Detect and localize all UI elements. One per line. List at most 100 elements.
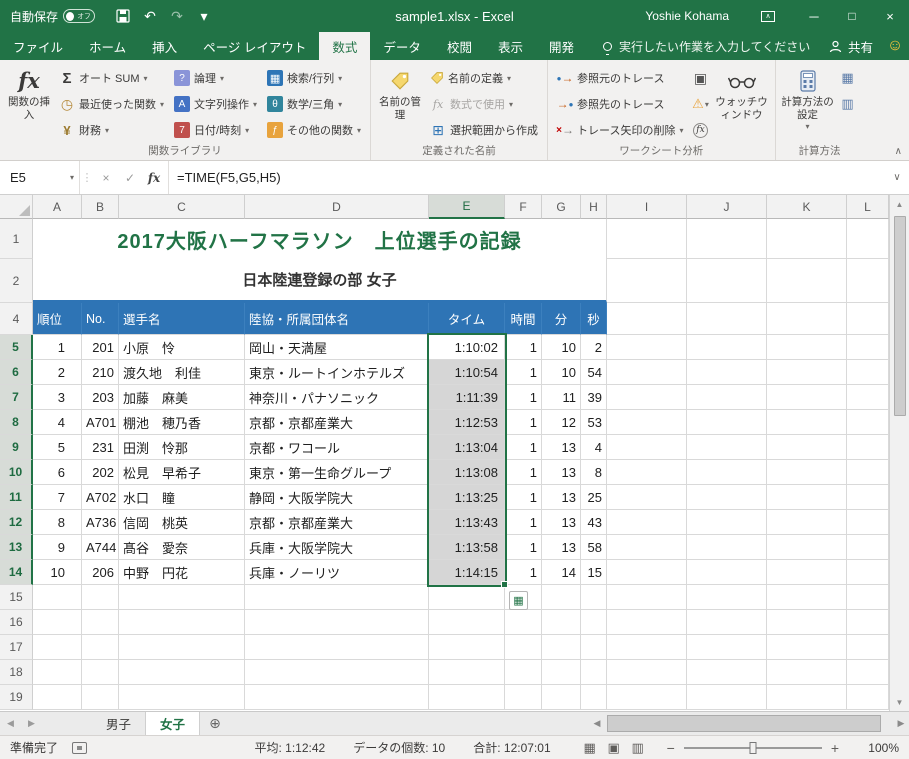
cell-f12[interactable]: 1 <box>505 510 542 535</box>
undo-button[interactable]: ↶ <box>138 3 162 29</box>
row-header-2[interactable]: 2 <box>0 259 33 303</box>
cell-c8[interactable]: 棚池 穂乃香 <box>119 410 245 435</box>
logical-button[interactable]: ? 論理 ▾ <box>169 65 262 91</box>
cell[interactable] <box>542 585 581 610</box>
cell[interactable] <box>767 259 847 303</box>
cell[interactable] <box>767 335 847 360</box>
cell[interactable] <box>581 635 607 660</box>
cell[interactable] <box>607 510 687 535</box>
cell[interactable] <box>687 335 767 360</box>
cell-h11[interactable]: 25 <box>581 485 607 510</box>
cell[interactable] <box>767 435 847 460</box>
cell-a5[interactable]: 1 <box>33 335 82 360</box>
cell[interactable] <box>607 660 687 685</box>
show-formulas-button[interactable]: ▣ <box>689 65 713 91</box>
cell-g8[interactable]: 12 <box>542 410 581 435</box>
cell-e9[interactable]: 1:13:04 <box>429 435 505 460</box>
cell-e13[interactable]: 1:13:58 <box>429 535 505 560</box>
horizontal-scroll-thumb[interactable] <box>607 715 881 732</box>
cell[interactable] <box>687 385 767 410</box>
cell[interactable] <box>847 460 889 485</box>
column-header-a[interactable]: A <box>33 195 82 219</box>
cell[interactable] <box>33 660 82 685</box>
cell-a12[interactable]: 8 <box>33 510 82 535</box>
name-box-dropdown-icon[interactable]: ▾ <box>70 173 74 182</box>
column-header-g[interactable]: G <box>542 195 581 219</box>
cell[interactable] <box>429 685 505 710</box>
cell[interactable] <box>245 610 429 635</box>
tab-view[interactable]: 表示 <box>485 32 536 60</box>
feedback-smiley-button[interactable]: ☺ <box>881 32 909 60</box>
cell-a9[interactable]: 5 <box>33 435 82 460</box>
cell[interactable] <box>542 635 581 660</box>
cell[interactable] <box>505 685 542 710</box>
scroll-down-button[interactable]: ▼ <box>890 693 909 711</box>
cell[interactable] <box>33 585 82 610</box>
cell[interactable] <box>687 685 767 710</box>
cell-b12[interactable]: A736 <box>82 510 119 535</box>
cell[interactable] <box>245 660 429 685</box>
row-header-16[interactable]: 16 <box>0 610 33 635</box>
cell[interactable] <box>687 259 767 303</box>
cell-f10[interactable]: 1 <box>505 460 542 485</box>
column-header-d[interactable]: D <box>245 195 429 219</box>
cell[interactable] <box>82 660 119 685</box>
scroll-left-button[interactable]: ◀ <box>589 718 605 729</box>
cell[interactable] <box>581 660 607 685</box>
define-name-button[interactable]: 名前の定義 ▾ <box>425 65 543 91</box>
cell-d8[interactable]: 京都・京都産業大 <box>245 410 429 435</box>
cell[interactable] <box>607 259 687 303</box>
header-seconds[interactable]: 秒 <box>581 303 607 335</box>
cell[interactable] <box>847 335 889 360</box>
cell[interactable] <box>607 485 687 510</box>
cell-a13[interactable]: 9 <box>33 535 82 560</box>
cell[interactable] <box>767 610 847 635</box>
cell-c11[interactable]: 水口 瞳 <box>119 485 245 510</box>
header-no[interactable]: No. <box>82 303 119 335</box>
header-hours[interactable]: 時間 <box>505 303 542 335</box>
formula-bar-drag-handle[interactable]: ⋮ <box>80 161 94 194</box>
tab-formulas[interactable]: 数式 <box>319 32 371 60</box>
cell-f14[interactable]: 1 <box>505 560 542 585</box>
formula-input[interactable]: =TIME(F5,G5,H5) <box>169 161 885 194</box>
cell-b14[interactable]: 206 <box>82 560 119 585</box>
cell-c13[interactable]: 髙谷 愛奈 <box>119 535 245 560</box>
cell[interactable] <box>767 510 847 535</box>
cell-f7[interactable]: 1 <box>505 385 542 410</box>
cell-h9[interactable]: 4 <box>581 435 607 460</box>
cell[interactable] <box>847 303 889 335</box>
watch-window-button[interactable]: ウォッチウィンドウ <box>713 63 771 122</box>
cell[interactable] <box>767 585 847 610</box>
tab-insert[interactable]: 挿入 <box>139 32 190 60</box>
scroll-up-button[interactable]: ▲ <box>890 195 909 213</box>
tell-me-search[interactable]: 実行したい作業を入力してください <box>602 32 810 60</box>
cell-e6[interactable]: 1:10:54 <box>429 360 505 385</box>
tab-file[interactable]: ファイル <box>0 32 76 60</box>
cell[interactable] <box>82 585 119 610</box>
cell[interactable] <box>847 585 889 610</box>
trace-dependents-button[interactable]: → ● 参照先のトレース <box>552 91 688 117</box>
cell-b10[interactable]: 202 <box>82 460 119 485</box>
cell[interactable] <box>607 219 687 259</box>
zoom-in-button[interactable]: + <box>825 740 845 756</box>
cell-h14[interactable]: 15 <box>581 560 607 585</box>
cell[interactable] <box>687 635 767 660</box>
sheet-tab-danshi[interactable]: 男子 <box>92 712 147 735</box>
cancel-button[interactable]: × <box>94 171 118 185</box>
header-team[interactable]: 陸協・所属団体名 <box>245 303 429 335</box>
cell[interactable] <box>847 360 889 385</box>
cell[interactable] <box>767 635 847 660</box>
use-in-formula-button[interactable]: fx 数式で使用 ▾ <box>425 91 543 117</box>
cell[interactable] <box>607 303 687 335</box>
horizontal-scroll-track[interactable] <box>605 712 893 735</box>
cell[interactable] <box>429 585 505 610</box>
zoom-slider[interactable] <box>683 741 822 754</box>
cell-a10[interactable]: 6 <box>33 460 82 485</box>
cell-h7[interactable]: 39 <box>581 385 607 410</box>
worksheet-grid[interactable]: A B C D E F G H I J K L 1 2017大阪ハーフマラソン … <box>0 195 889 711</box>
cell[interactable] <box>429 660 505 685</box>
header-name[interactable]: 選手名 <box>119 303 245 335</box>
cell-a7[interactable]: 3 <box>33 385 82 410</box>
evaluate-formula-button[interactable]: fx <box>689 117 713 143</box>
cell-h13[interactable]: 58 <box>581 535 607 560</box>
